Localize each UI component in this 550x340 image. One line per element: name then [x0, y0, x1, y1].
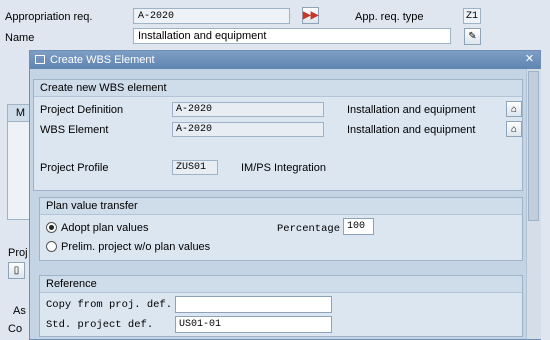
prelim-project-label: Prelim. project w/o plan values: [61, 241, 211, 253]
adopt-plan-values-label: Adopt plan values: [61, 222, 149, 234]
wbs-element-desc: Installation and equipment: [347, 124, 476, 136]
project-definition-label: Project Definition: [40, 104, 124, 116]
appropriation-req-label: Appropriation req.: [5, 11, 93, 23]
std-project-def-label: Std. project def.: [46, 319, 154, 331]
copy-from-proj-def-input[interactable]: [175, 296, 332, 313]
project-definition-field: A-2020: [172, 102, 324, 117]
app-req-type-label: App. req. type: [355, 11, 424, 23]
co-label-fragment: Co: [8, 323, 23, 335]
app-req-type-field[interactable]: Z1: [463, 8, 481, 24]
close-icon[interactable]: ✕: [523, 53, 536, 66]
wbs-element-label: WBS Element: [40, 124, 109, 136]
reference-panel: Reference Copy from proj. def. Std. proj…: [39, 275, 523, 337]
percentage-label: Percentage: [277, 223, 341, 235]
as-label-fragment: As: [13, 305, 26, 317]
project-profile-field: ZUS01: [172, 160, 218, 175]
hierarchy-icon[interactable]: ⌂: [506, 101, 522, 117]
project-profile-desc: IM/PS Integration: [241, 162, 326, 174]
panel-title: Plan value transfer: [40, 198, 522, 215]
create-new-wbs-panel: Create new WBS element Project Definitio…: [33, 79, 523, 191]
name-field[interactable]: Installation and equipment: [133, 28, 451, 44]
edit-icon[interactable]: ✎: [464, 28, 481, 45]
name-label: Name: [5, 32, 35, 44]
dialog-title: Create WBS Element: [50, 54, 155, 66]
adopt-plan-values-radio[interactable]: [46, 222, 57, 233]
copy-from-proj-def-label: Copy from proj. def.: [46, 299, 173, 311]
hierarchy-icon[interactable]: ⌂: [506, 121, 522, 137]
window-icon: [35, 55, 45, 64]
percentage-input[interactable]: 100: [343, 218, 374, 235]
std-project-def-input[interactable]: US01-01: [175, 316, 332, 333]
proj-label-fragment: Proj: [8, 247, 28, 259]
scrollbar-thumb[interactable]: [528, 71, 539, 221]
panel-title: Reference: [40, 276, 522, 293]
wbs-element-field: A-2020: [172, 122, 324, 137]
appropriation-req-field[interactable]: A-2020: [133, 8, 290, 24]
create-wbs-dialog: Create WBS Element ✕ Create new WBS elem…: [29, 50, 541, 340]
execute-icon[interactable]: ▶▶: [302, 7, 319, 24]
dialog-titlebar[interactable]: Create WBS Element ✕: [30, 51, 540, 69]
project-profile-label: Project Profile: [40, 162, 109, 174]
project-definition-desc: Installation and equipment: [347, 104, 476, 116]
prelim-project-radio[interactable]: [46, 241, 57, 252]
plan-value-transfer-panel: Plan value transfer Adopt plan values Pr…: [39, 197, 523, 261]
dialog-scrollbar[interactable]: [526, 69, 541, 339]
panel-title: Create new WBS element: [34, 80, 522, 97]
document-icon[interactable]: ▯: [8, 262, 25, 279]
